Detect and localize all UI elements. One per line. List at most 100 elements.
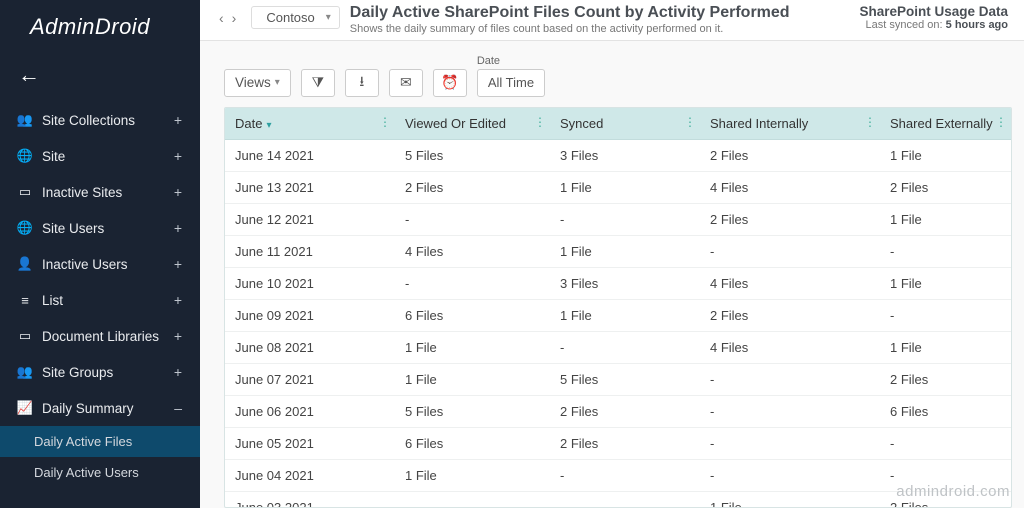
sidebar-item-site-groups[interactable]: 👥 Site Groups+	[0, 354, 200, 390]
download-icon: ⭳	[359, 71, 364, 95]
nav-icon: ▭	[14, 184, 36, 200]
sidebar-item-site-collections[interactable]: 👥Site Collections+	[0, 102, 200, 138]
views-dropdown[interactable]: Views	[224, 69, 291, 97]
expand-toggle[interactable]: +	[170, 328, 186, 344]
column-menu-icon[interactable]: ⋮	[864, 115, 876, 129]
column-header-viewed-or-edited[interactable]: Viewed Or Edited⋮	[395, 108, 550, 139]
tenant-dropdown[interactable]: Contoso	[251, 6, 339, 29]
sidebar-subitem-daily-active-files[interactable]: Daily Active Files	[0, 426, 200, 457]
table-row[interactable]: June 03 2021--1 File2 Files	[225, 492, 1011, 508]
filter-icon: ⧩	[312, 74, 325, 91]
table-row[interactable]: June 13 20212 Files1 File4 Files2 Files	[225, 172, 1011, 204]
cell: June 05 2021	[225, 428, 395, 459]
cell: June 03 2021	[225, 492, 395, 508]
table-row[interactable]: June 04 20211 File---	[225, 460, 1011, 492]
cell: -	[700, 460, 880, 491]
topbar: ‹ › Contoso Daily Active SharePoint File…	[200, 0, 1024, 41]
expand-toggle[interactable]: +	[170, 148, 186, 164]
sidebar-item-inactive-users[interactable]: 👤Inactive Users+	[0, 246, 200, 282]
sync-title: SharePoint Usage Data	[859, 4, 1008, 19]
cell: 1 File	[550, 300, 700, 331]
cell: June 08 2021	[225, 332, 395, 363]
nav-icon: 👥	[14, 364, 36, 380]
sidebar-item-site-users[interactable]: 🌐Site Users+	[0, 210, 200, 246]
cell: 2 Files	[550, 396, 700, 427]
sidebar-item-site[interactable]: 🌐Site+	[0, 138, 200, 174]
cell: 1 File	[395, 460, 550, 491]
mail-icon: ✉	[400, 74, 412, 91]
nav-icon: 🌐	[14, 220, 36, 236]
column-header-date[interactable]: Date▾⋮	[225, 108, 395, 139]
table-row[interactable]: June 11 20214 Files1 File--	[225, 236, 1011, 268]
column-menu-icon[interactable]: ⋮	[534, 115, 546, 129]
expand-toggle[interactable]: +	[170, 220, 186, 236]
column-menu-icon[interactable]: ⋮	[684, 115, 696, 129]
sidebar-item-inactive-sites[interactable]: ▭ Inactive Sites+	[0, 174, 200, 210]
back-arrow-icon[interactable]: ←	[0, 54, 200, 102]
cell: 5 Files	[395, 396, 550, 427]
table-row[interactable]: June 14 20215 Files3 Files2 Files1 File	[225, 140, 1011, 172]
sidebar-item-document-libraries[interactable]: ▭ Document Libraries+	[0, 318, 200, 354]
cell: 2 Files	[700, 300, 880, 331]
nav-label: Document Libraries	[42, 329, 170, 344]
cell: -	[550, 332, 700, 363]
history-nav: ‹ ›	[210, 4, 245, 32]
cell: 2 Files	[395, 172, 550, 203]
table-row[interactable]: June 09 20216 Files1 File2 Files-	[225, 300, 1011, 332]
cell: 6 Files	[395, 300, 550, 331]
cell: -	[395, 492, 550, 508]
cell: 3 Files	[550, 140, 700, 171]
cell: 1 File	[880, 204, 1011, 235]
expand-toggle[interactable]: +	[170, 112, 186, 128]
cell: June 07 2021	[225, 364, 395, 395]
table-row[interactable]: June 07 20211 File5 Files-2 Files	[225, 364, 1011, 396]
cell: -	[550, 204, 700, 235]
cell: 6 Files	[395, 428, 550, 459]
sidebar-subitem-daily-active-users[interactable]: Daily Active Users	[0, 457, 200, 488]
nav-icon: 📈	[14, 400, 36, 416]
cell: June 06 2021	[225, 396, 395, 427]
history-back-icon[interactable]: ‹	[216, 8, 227, 28]
data-grid: Date▾⋮Viewed Or Edited⋮Synced⋮Shared Int…	[224, 107, 1012, 508]
cell: -	[550, 492, 700, 508]
clock-icon: ⏰	[441, 74, 458, 91]
nav-label: Site Groups	[42, 365, 170, 380]
nav-label: Inactive Sites	[42, 185, 170, 200]
cell: 5 Files	[550, 364, 700, 395]
cell: 3 Files	[550, 268, 700, 299]
column-menu-icon[interactable]: ⋮	[995, 115, 1007, 129]
download-button[interactable]: ⭳	[345, 69, 379, 97]
cell: -	[700, 428, 880, 459]
sidebar-item-daily-summary[interactable]: 📈Daily Summary–	[0, 390, 200, 426]
column-header-synced[interactable]: Synced⋮	[550, 108, 700, 139]
column-header-shared-externally[interactable]: Shared Externally⋮	[880, 108, 1011, 139]
filter-button[interactable]: ⧩	[301, 69, 335, 97]
table-row[interactable]: June 05 20216 Files2 Files--	[225, 428, 1011, 460]
table-row[interactable]: June 12 2021--2 Files1 File	[225, 204, 1011, 236]
expand-toggle[interactable]: +	[170, 364, 186, 380]
cell: 4 Files	[700, 332, 880, 363]
table-row[interactable]: June 06 20215 Files2 Files-6 Files	[225, 396, 1011, 428]
mail-button[interactable]: ✉	[389, 69, 423, 97]
schedule-button[interactable]: ⏰	[433, 69, 467, 97]
table-row[interactable]: June 08 20211 File-4 Files1 File	[225, 332, 1011, 364]
nav-icon: 🌐	[14, 148, 36, 164]
date-filter-label: Date	[477, 55, 545, 67]
cell: -	[880, 236, 1011, 267]
sidebar-item-list[interactable]: ≡List+	[0, 282, 200, 318]
date-filter-dropdown[interactable]: All Time	[477, 69, 545, 97]
sort-indicator-icon: ▾	[266, 120, 271, 131]
cell: 4 Files	[700, 172, 880, 203]
column-menu-icon[interactable]: ⋮	[379, 115, 391, 129]
nav-icon: ▭	[14, 328, 36, 344]
table-row[interactable]: June 10 2021-3 Files4 Files1 File	[225, 268, 1011, 300]
cell: June 09 2021	[225, 300, 395, 331]
main-area: ‹ › Contoso Daily Active SharePoint File…	[200, 0, 1024, 508]
expand-toggle[interactable]: +	[170, 256, 186, 272]
expand-toggle[interactable]: –	[170, 400, 186, 416]
column-header-shared-internally[interactable]: Shared Internally⋮	[700, 108, 880, 139]
expand-toggle[interactable]: +	[170, 292, 186, 308]
history-forward-icon[interactable]: ›	[229, 8, 240, 28]
cell: -	[880, 300, 1011, 331]
expand-toggle[interactable]: +	[170, 184, 186, 200]
